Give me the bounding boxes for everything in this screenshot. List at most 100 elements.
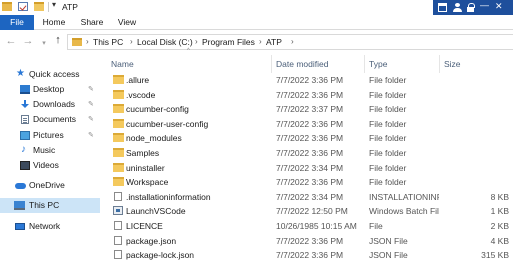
sidebar-item-documents[interactable]: Documents ✎	[0, 112, 100, 127]
folder-icon	[113, 162, 124, 172]
table-row[interactable]: LICENCE 10/26/1985 10:15 AM File 2 KB	[107, 219, 513, 234]
file-name: package-lock.json	[126, 250, 195, 261]
tab-share[interactable]: Share	[74, 15, 110, 30]
table-row[interactable]: Workspace 7/7/2022 3:36 PM File folder	[107, 175, 513, 190]
window-controls-tray: — ✕	[433, 0, 513, 15]
sidebar-item-quick-access[interactable]: ★ Quick access	[0, 67, 100, 82]
table-row[interactable]: package-lock.json 7/7/2022 3:36 PM JSON …	[107, 248, 513, 263]
file-date: 7/7/2022 3:36 PM	[276, 177, 344, 188]
sidebar-item-pictures[interactable]: Pictures ✎	[0, 128, 100, 143]
table-row[interactable]: LaunchVSCode 7/7/2022 12:50 PM Windows B…	[107, 204, 513, 219]
chevron-right-icon[interactable]: ›	[259, 37, 262, 46]
batch-file-icon	[113, 206, 123, 216]
up-arrow-icon[interactable]: ↑	[52, 34, 64, 46]
new-folder-icon[interactable]	[34, 2, 44, 11]
sidebar-item-this-pc[interactable]: This PC	[0, 198, 100, 213]
folder-icon	[113, 177, 124, 187]
sidebar-item-music[interactable]: ♪ Music	[0, 143, 100, 158]
sidebar-item-label: This PC	[29, 200, 60, 210]
file-name: .vscode	[126, 89, 156, 100]
file-type: File folder	[369, 133, 407, 144]
folder-icon	[113, 148, 124, 157]
recent-locations-chevron-icon[interactable]: ▾	[38, 39, 50, 47]
sidebar-item-onedrive[interactable]: OneDrive	[0, 178, 100, 193]
file-size: 315 KB	[481, 250, 509, 261]
sidebar-item-network[interactable]: Network	[0, 219, 100, 234]
column-header-type[interactable]: Type	[365, 55, 440, 73]
sidebar-item-desktop[interactable]: Desktop ✎	[0, 82, 100, 97]
file-icon	[114, 191, 122, 201]
table-row[interactable]: uninstaller 7/7/2022 3:34 PM File folder	[107, 161, 513, 176]
folder-icon	[2, 2, 12, 11]
file-type: JSON File	[369, 235, 408, 246]
sidebar-item-label: Pictures	[33, 130, 64, 140]
column-header-name[interactable]: Name	[107, 55, 272, 73]
music-icon: ♪	[21, 144, 26, 155]
file-type: INSTALLATIONINF...	[369, 191, 439, 202]
chevron-right-icon[interactable]: ›	[291, 37, 294, 46]
chevron-right-icon[interactable]: ›	[195, 37, 198, 46]
tab-home[interactable]: Home	[36, 15, 72, 30]
title-bar: ▾ ATP — ✕	[0, 0, 513, 15]
sidebar-item-downloads[interactable]: Downloads ✎	[0, 97, 100, 112]
file-type: Windows Batch File	[369, 206, 439, 217]
file-name: LaunchVSCode	[126, 206, 186, 217]
file-type: File folder	[369, 104, 407, 115]
forward-arrow-icon[interactable]: →	[22, 35, 34, 47]
videos-icon	[20, 161, 30, 170]
table-row[interactable]: cucumber-config 7/7/2022 3:37 PM File fo…	[107, 102, 513, 117]
close-icon[interactable]: ✕	[495, 1, 505, 11]
file-date: 7/7/2022 3:36 PM	[276, 235, 344, 246]
back-arrow-icon[interactable]: ←	[5, 35, 17, 47]
table-row[interactable]: node_modules 7/7/2022 3:36 PM File folde…	[107, 131, 513, 146]
pin-icon[interactable]: ✎	[88, 97, 94, 112]
file-date: 7/7/2022 3:36 PM	[276, 148, 344, 158]
pin-icon[interactable]: ✎	[88, 128, 94, 143]
sidebar-item-label: Music	[33, 145, 56, 155]
column-header-date-modified[interactable]: Date modified	[272, 55, 365, 73]
sidebar-item-label: Videos	[33, 160, 59, 170]
customize-quick-access-chevron-icon[interactable]: ▾	[52, 0, 56, 9]
file-name: Workspace	[126, 177, 169, 188]
breadcrumb-local-disk[interactable]: Local Disk (C:)	[137, 37, 193, 47]
ribbon-tabs: File Home Share View	[0, 15, 513, 30]
properties-check-icon[interactable]	[18, 2, 28, 11]
table-row[interactable]: .vscode 7/7/2022 3:36 PM File folder	[107, 88, 513, 103]
breadcrumb-atp[interactable]: ATP	[266, 37, 282, 47]
navigation-row: ← → ▾ ↑ › This PC › Local Disk (C:) › Pr…	[0, 30, 513, 54]
table-row[interactable]: Samples 7/7/2022 3:36 PM File folder	[107, 146, 513, 161]
chevron-right-icon[interactable]: ›	[130, 37, 133, 46]
table-row[interactable]: .installationinformation 7/7/2022 3:34 P…	[107, 190, 513, 205]
sidebar-item-label: Quick access	[29, 69, 80, 79]
breadcrumb-this-pc[interactable]: This PC	[93, 37, 123, 47]
user-icon[interactable]	[453, 3, 462, 12]
sidebar-item-videos[interactable]: Videos	[0, 158, 100, 173]
breadcrumb-program-files[interactable]: Program Files	[202, 37, 255, 47]
file-date: 7/7/2022 3:34 PM	[276, 162, 344, 173]
folder-icon	[113, 133, 124, 143]
table-row[interactable]: cucumber-user-config 7/7/2022 3:36 PM Fi…	[107, 117, 513, 132]
file-name: package.json	[126, 235, 177, 246]
file-type: JSON File	[369, 250, 408, 261]
file-date: 7/7/2022 3:34 PM	[276, 191, 344, 202]
cloud-icon	[15, 183, 26, 189]
column-header-size[interactable]: Size	[440, 55, 513, 73]
file-name: uninstaller	[126, 162, 165, 173]
sort-ascending-icon: ^	[187, 48, 190, 54]
chevron-right-icon[interactable]: ›	[86, 37, 89, 46]
file-date: 7/7/2022 3:36 PM	[276, 250, 344, 261]
folder-icon	[113, 118, 124, 128]
minimize-icon[interactable]: —	[480, 0, 490, 10]
lock-icon[interactable]	[466, 3, 475, 12]
address-bar[interactable]: › This PC › Local Disk (C:) › Program Fi…	[67, 34, 513, 50]
pin-icon[interactable]: ✎	[88, 112, 94, 127]
pin-icon[interactable]: ✎	[88, 82, 94, 97]
file-type: File folder	[369, 89, 407, 100]
table-row[interactable]: .allure 7/7/2022 3:36 PM File folder	[107, 73, 513, 88]
file-name: cucumber-user-config	[126, 118, 209, 129]
tab-file[interactable]: File	[0, 15, 34, 30]
tab-view[interactable]: View	[112, 15, 142, 30]
network-icon	[15, 223, 25, 230]
screen-icon[interactable]	[438, 3, 447, 12]
table-row[interactable]: package.json 7/7/2022 3:36 PM JSON File …	[107, 234, 513, 249]
